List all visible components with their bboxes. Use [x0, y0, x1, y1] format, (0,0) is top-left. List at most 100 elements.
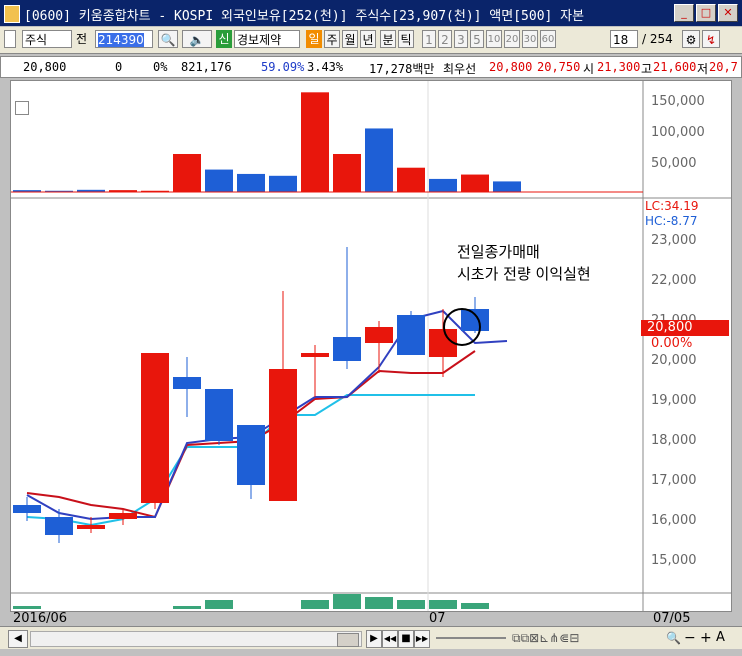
zoom-icon[interactable]: 🔍: [666, 630, 682, 646]
volume-value: 821,176: [181, 60, 232, 74]
volume-bar: [429, 178, 457, 192]
zoom-in-icon[interactable]: +: [700, 630, 716, 646]
volume-bar: [205, 169, 233, 192]
volume-axis-tick: 100,000: [651, 125, 705, 140]
candle-body: [205, 389, 233, 441]
trade-amount: 17,278백만: [369, 62, 435, 76]
candle-body: [45, 517, 73, 535]
indicator-bar: [173, 606, 201, 609]
speaker-icon[interactable]: 🔈: [182, 30, 212, 48]
code-input[interactable]: 214390: [95, 30, 153, 48]
stop-icon[interactable]: ■: [398, 630, 414, 648]
volume-axis-tick: 50,000: [651, 156, 697, 171]
zoom-out-icon[interactable]: −: [684, 630, 700, 646]
chart-type-icon[interactable]: ↯: [702, 30, 720, 48]
app-icon: [4, 5, 20, 23]
candle-body: [109, 513, 137, 519]
indicator-bar: [429, 600, 457, 609]
annotation-line1: 전일종가매매: [457, 243, 540, 261]
candle-body: [77, 525, 105, 529]
volume-axis-tick: 150,000: [651, 94, 705, 109]
x-label-mid: 07: [429, 611, 446, 626]
type-select[interactable]: 주식: [22, 30, 72, 48]
best-quote-label: 최우선: [443, 62, 477, 76]
window-controls: _ □ ✕: [674, 4, 738, 22]
minimize-icon[interactable]: _: [674, 4, 694, 22]
price-axis-tick: 19,000: [651, 393, 697, 408]
num-button-1[interactable]: 1: [422, 30, 436, 48]
num-button-20[interactable]: 20: [504, 30, 520, 48]
num-button-2[interactable]: 2: [438, 30, 452, 48]
volume-bar: [173, 153, 201, 192]
indicator-bar: [365, 597, 393, 609]
indicator-bar: [13, 606, 41, 609]
change-pct: 0%: [153, 60, 168, 74]
code-value: 214390: [98, 33, 144, 47]
tools-icon[interactable]: ⚙: [682, 30, 700, 48]
price-chart[interactable]: [11, 81, 731, 611]
zoom-slider[interactable]: [436, 637, 506, 639]
indicator-bar: [461, 603, 489, 609]
current-price-tag: 20,800: [641, 320, 729, 336]
indicator-bar: [301, 600, 329, 609]
candle-body: [237, 425, 265, 485]
search-icon[interactable]: 🔍: [158, 30, 178, 48]
num-button-5[interactable]: 5: [470, 30, 484, 48]
grid-icon[interactable]: [15, 101, 29, 115]
play-icon[interactable]: ▶: [366, 630, 382, 648]
candle-body: [397, 315, 425, 355]
high-price: 21,600: [653, 60, 697, 74]
num-button-10[interactable]: 10: [486, 30, 502, 48]
current-price: 20,800: [23, 60, 67, 74]
period-day-button[interactable]: 일: [306, 30, 322, 48]
stock-name-field: 경보제약: [234, 30, 300, 48]
font-size-icon[interactable]: A: [716, 630, 732, 646]
bottom-bar: ◀ ▶ ◀◀ ■ ▶▶ ⧉⧉⊠⊾⋔⋐⊟ 🔍 − + A: [0, 626, 742, 649]
price-axis-tick: 15,000: [651, 553, 697, 568]
open-price: 21,300: [597, 60, 641, 74]
period-week-button[interactable]: 주: [324, 30, 340, 48]
hc-indicator: HC:-8.77: [645, 214, 698, 228]
candle-body: [269, 369, 297, 501]
price-axis-tick: 20,000: [651, 353, 697, 368]
period-month-button[interactable]: 월: [342, 30, 358, 48]
candle-body: [173, 377, 201, 389]
lock-checkbox[interactable]: [4, 30, 16, 48]
count-input[interactable]: 18: [610, 30, 638, 48]
rewind-icon[interactable]: ◀◀: [382, 630, 398, 648]
volume-bar: [493, 181, 521, 192]
price-axis-tick: 16,000: [651, 513, 697, 528]
num-button-60[interactable]: 60: [540, 30, 556, 48]
maximize-icon[interactable]: □: [696, 4, 716, 22]
scrollbar-thumb[interactable]: [337, 633, 359, 647]
chart-area[interactable]: 150,000 100,000 50,000 LC:34.19 HC:-8.77…: [10, 80, 732, 626]
volume-bar: [237, 173, 265, 192]
volume-ratio: 59.09%: [261, 60, 305, 74]
total-count: / 254: [642, 32, 673, 46]
drawing-tools[interactable]: ⧉⧉⊠⊾⋔⋐⊟: [512, 630, 612, 646]
candle-body: [461, 309, 489, 331]
lc-indicator: LC:34.19: [645, 199, 699, 213]
open-label: 시: [583, 62, 595, 76]
scrollbar-track[interactable]: [30, 631, 362, 647]
period-tick-button[interactable]: 틱: [398, 30, 414, 48]
low-price: 20,7: [709, 60, 738, 74]
candle-body: [333, 337, 361, 361]
low-label: 저: [697, 62, 709, 76]
fast-forward-icon[interactable]: ▶▶: [414, 630, 430, 648]
price-info-bar: 20,800 0 0% 821,176 59.09% 3.43% 17,278백…: [0, 56, 742, 78]
new-badge: 신: [216, 30, 232, 48]
num-button-30[interactable]: 30: [522, 30, 538, 48]
scroll-left-icon[interactable]: ◀: [8, 630, 28, 648]
price-axis-tick: 17,000: [651, 473, 697, 488]
indicator-bar: [397, 600, 425, 609]
num-button-3[interactable]: 3: [454, 30, 468, 48]
period-year-button[interactable]: 년: [360, 30, 376, 48]
period-minute-button[interactable]: 분: [380, 30, 396, 48]
candle-body: [13, 505, 41, 513]
volume-bar: [365, 128, 393, 192]
high-label: 고: [641, 62, 653, 76]
change-value: 0: [115, 60, 123, 74]
close-icon[interactable]: ✕: [718, 4, 738, 22]
candle-body: [365, 327, 393, 343]
